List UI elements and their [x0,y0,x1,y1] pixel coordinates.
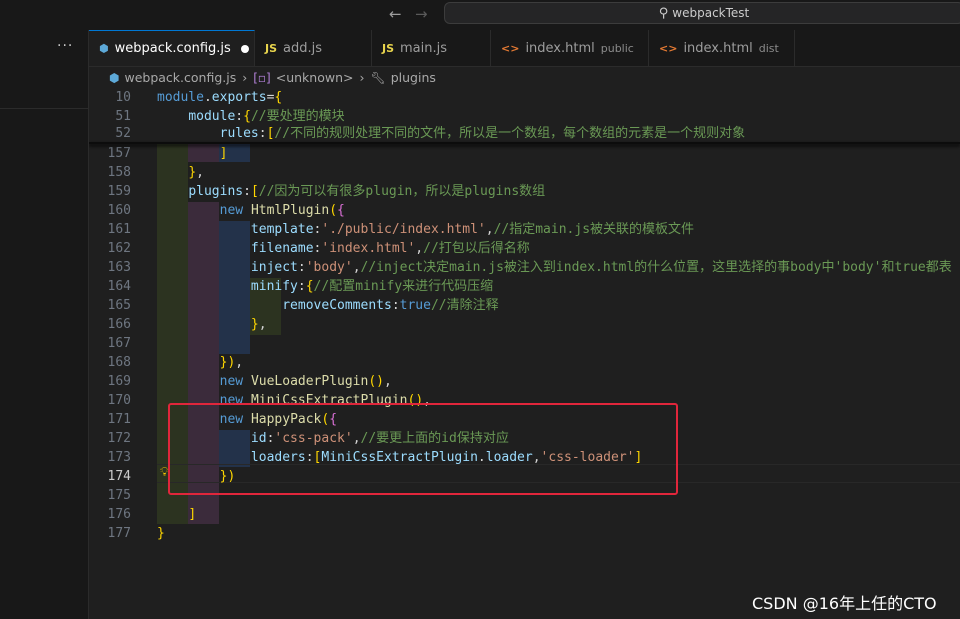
symbol-variable-icon: [▫] [253,70,271,85]
line-number: 157 [107,146,131,161]
code-line: 157 ] [89,144,960,163]
tab-label: index.html [525,40,595,56]
forward-arrow-icon[interactable]: → [415,5,428,23]
code-line: 167 [89,334,960,353]
search-icon: ⚲ [658,5,669,21]
line-number: 171 [107,412,131,427]
line-number: 163 [107,260,131,275]
code-text: }, [250,317,267,332]
chevron-right-icon: › [242,70,248,85]
line-number: 175 [107,488,131,503]
line-number: 159 [107,184,131,199]
unsaved-dot-icon[interactable] [240,44,249,53]
code-line: 165 removeComments:true//清除注释 [89,296,960,315]
sidebar: ··· [0,30,89,619]
editor-tab-bar: ⬢ webpack.config.js JS add.js JS main.js… [89,30,960,67]
line-number: 52 [115,126,131,141]
more-actions-icon[interactable]: ··· [57,38,73,54]
highlight-annotation-box [168,403,678,495]
code-text: minify:{//配置minify来进行代码压缩 [250,279,494,294]
tab-label: add.js [283,40,323,56]
tab-label: webpack.config.js [114,41,231,56]
code-text: filename:'index.html',//打包以后得名称 [250,241,530,256]
code-text: new HtmlPlugin({ [219,203,345,218]
code-editor[interactable]: 10 module.exports={51 module:{//要处理的模块 52 … [89,88,960,619]
line-number: 166 [107,317,131,332]
tab-description: public [600,41,634,55]
code-text: rules:[//不同的规则处理不同的文件，所以是一个数组，每个数组的元素是一个… [219,126,746,141]
html-file-icon: <> [659,41,678,55]
sticky-scroll-shadow [89,142,960,144]
line-number: 160 [107,203,131,218]
code-line: 166 }, [89,315,960,334]
code-line: 158 }, [89,163,960,182]
line-number: 170 [107,393,131,408]
code-text: removeComments:true//清除注释 [282,298,499,313]
line-number: 158 [107,165,131,180]
command-center-search[interactable]: ⚲ webpackTest [444,2,960,24]
code-text: new VueLoaderPlugin(), [219,374,392,389]
tab-index-html-dist[interactable]: <> index.html dist [649,30,795,66]
line-number: 167 [107,336,131,351]
breadcrumb-scope[interactable]: <unknown> [276,70,354,85]
code-line: 168 }), [89,353,960,372]
line-number: 176 [107,507,131,522]
title-bar: ← → ⚲ webpackTest [0,0,960,30]
code-line: 164 minify:{//配置minify来进行代码压缩 [89,277,960,296]
code-text: }, [188,165,204,180]
tab-label: main.js [400,40,448,56]
back-arrow-icon[interactable]: ← [389,5,402,23]
tab-description: dist [758,41,779,55]
chevron-right-icon: › [359,70,365,85]
code-line: 160 new HtmlPlugin({ [89,201,960,220]
code-text: ] [188,507,197,522]
code-text: plugins:[//因为可以有很多plugin，所以是plugins数组 [188,184,546,199]
line-number: 172 [107,431,131,446]
line-number: 164 [107,279,131,294]
tab-add-js[interactable]: JS add.js [255,30,372,66]
line-number: 162 [107,241,131,256]
cube-icon: ⬢ [99,42,109,55]
code-text: } [157,526,165,541]
tab-index-html-public[interactable]: <> index.html public [491,30,649,66]
breadcrumb: ⬢ webpack.config.js › [▫] <unknown> › 🔧︎… [89,67,960,88]
sidebar-divider [0,108,88,109]
code-text: module.exports={ [157,90,283,105]
cube-icon: ⬢ [109,70,120,85]
code-line: 177} [89,524,960,543]
code-text: ] [219,146,228,161]
tab-webpack-config[interactable]: ⬢ webpack.config.js [89,30,255,66]
code-text: }), [219,355,244,370]
tab-main-js[interactable]: JS main.js [372,30,491,66]
code-text: inject:'body',//inject决定main.js被注入到index… [250,260,952,275]
tab-label: index.html [683,40,753,56]
js-file-icon: JS [265,41,278,55]
code-line: 10 module.exports={ [89,88,960,107]
watermark: CSDN @16年上任的CTO [752,594,937,613]
code-line: 176 ] [89,505,960,524]
line-number: 177 [107,526,131,541]
line-number: 165 [107,298,131,313]
search-text: webpackTest [672,6,750,20]
code-line: 159 plugins:[//因为可以有很多plugin，所以是plugins数… [89,182,960,201]
line-number: 161 [107,222,131,237]
breadcrumb-file[interactable]: webpack.config.js [124,70,236,85]
code-line: 169 new VueLoaderPlugin(), [89,372,960,391]
line-number: 173 [107,450,131,465]
code-line: 163 inject:'body',//inject决定main.js被注入到i… [89,258,960,277]
line-number: 174 [107,469,131,484]
js-file-icon: JS [382,41,395,55]
line-number: 10 [115,90,131,105]
code-text: template:'./public/index.html',//指定main.… [250,222,695,237]
line-number: 168 [107,355,131,370]
wrench-icon: 🔧︎ [370,70,386,85]
code-line: 161 template:'./public/index.html',//指定m… [89,220,960,239]
line-number: 169 [107,374,131,389]
html-file-icon: <> [501,41,520,55]
code-line: 52 rules:[//不同的规则处理不同的文件，所以是一个数组，每个数组的元素… [89,124,960,143]
code-line: 162 filename:'index.html',//打包以后得名称 [89,239,960,258]
breadcrumb-symbol[interactable]: plugins [391,70,436,85]
